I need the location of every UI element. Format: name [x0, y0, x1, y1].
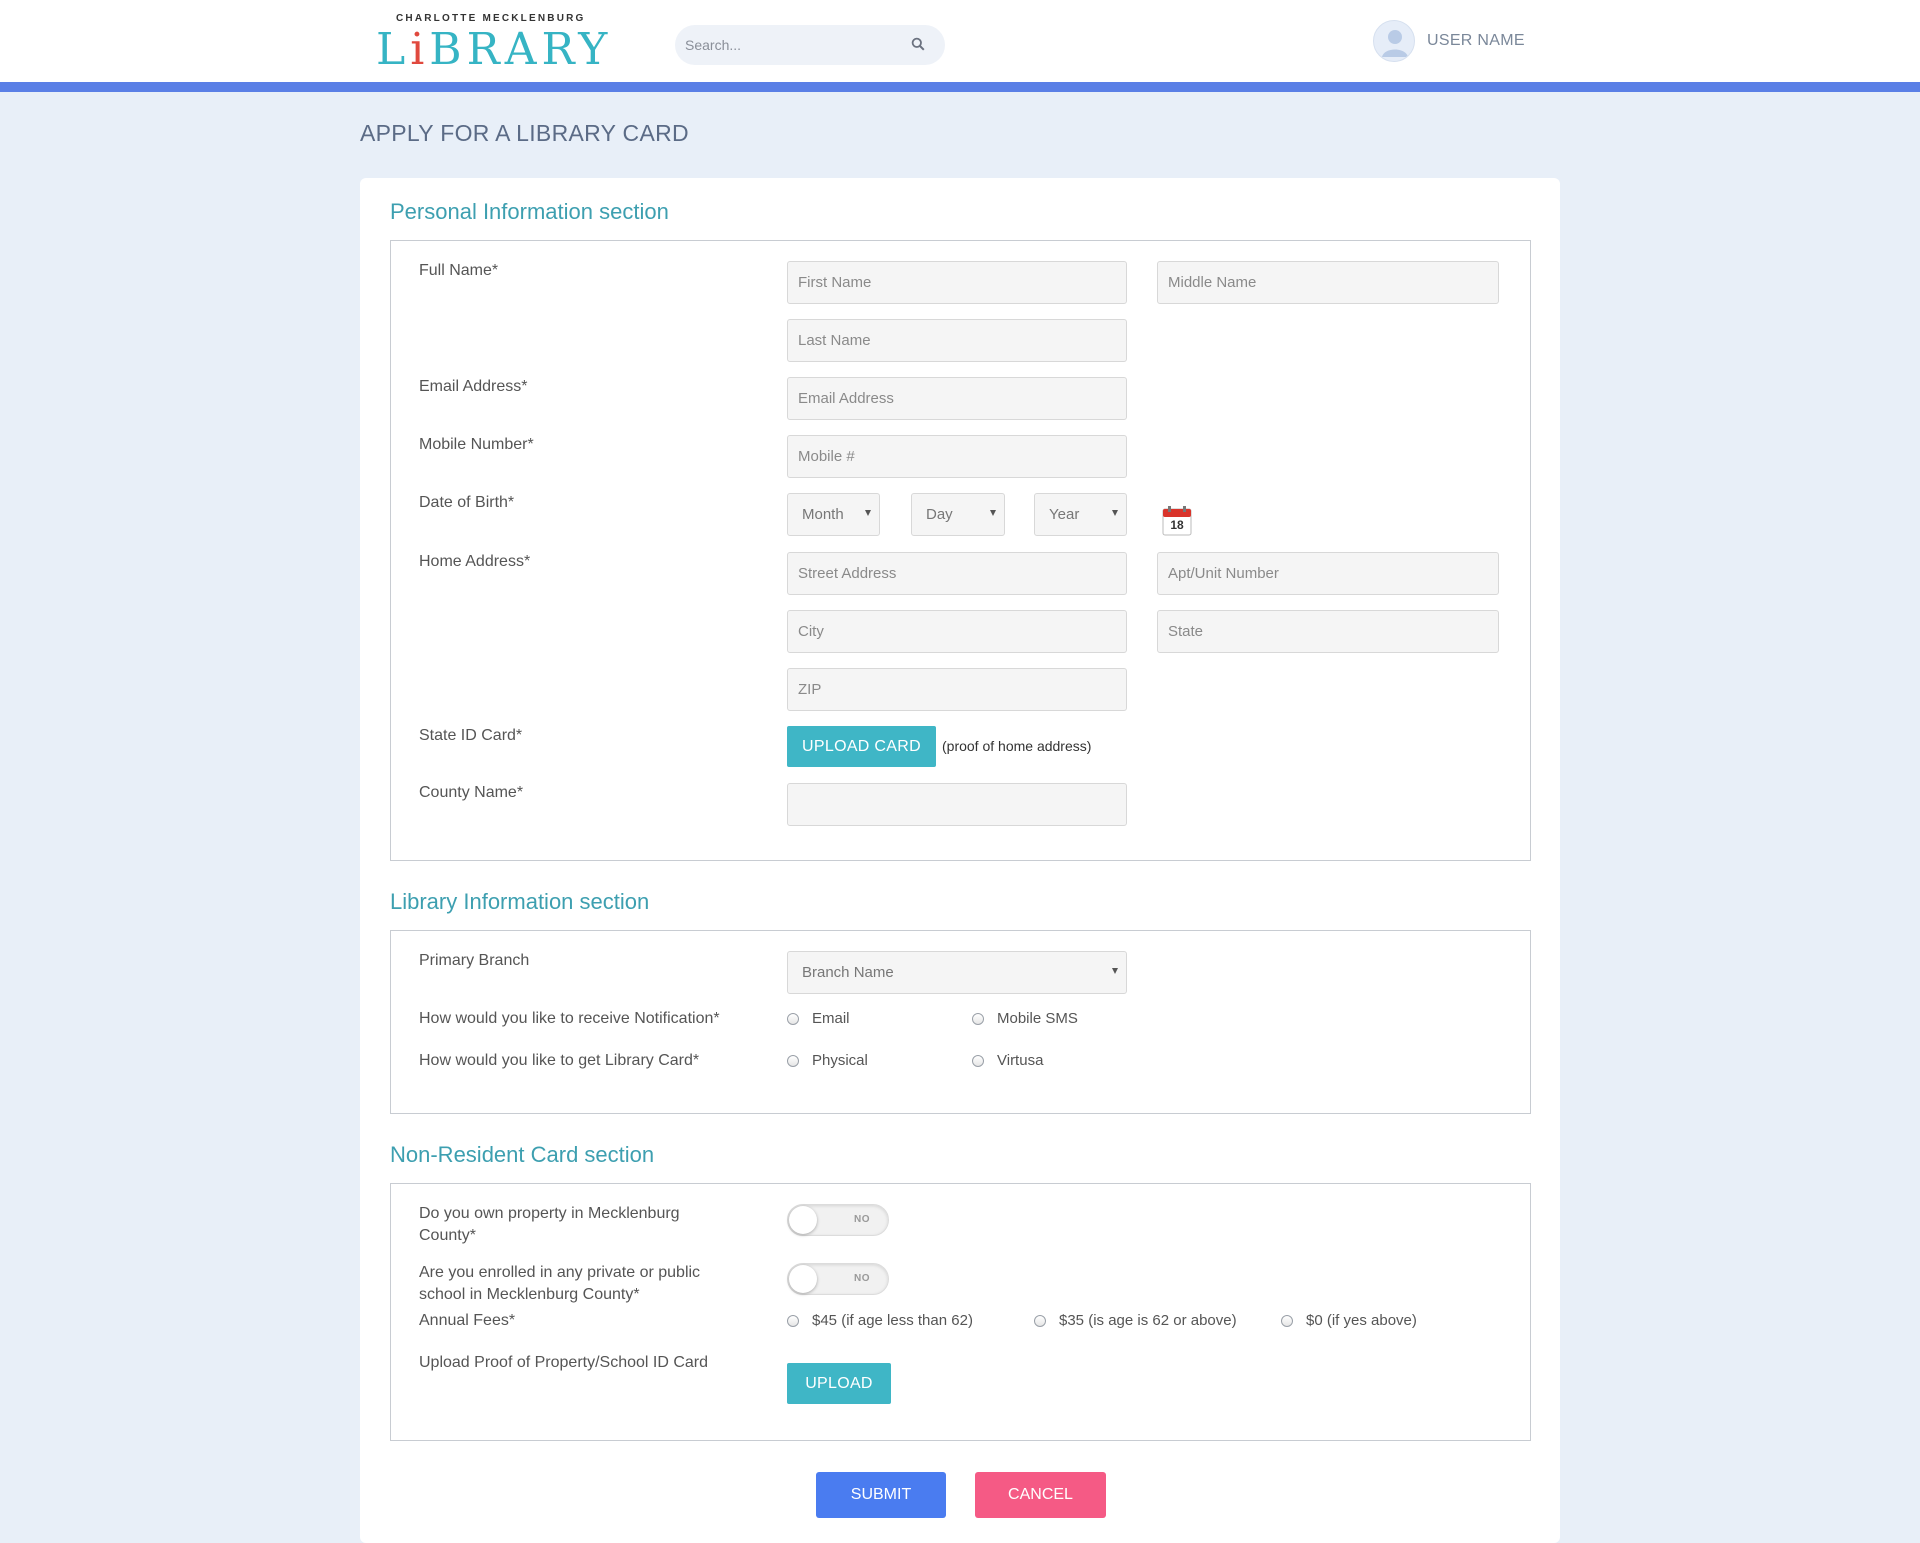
email-input[interactable] — [787, 377, 1127, 420]
personal-section: Full Name* Email Address* Mobile Number*… — [390, 240, 1531, 861]
mobile-label: Mobile Number* — [419, 436, 534, 453]
first-name-input[interactable] — [787, 261, 1127, 304]
library-section-title: Library Information section — [390, 889, 650, 914]
last-name-input[interactable] — [787, 319, 1127, 362]
zip-input[interactable] — [787, 668, 1127, 711]
card-virtual-option[interactable]: Virtusa — [972, 1052, 1043, 1069]
county-input[interactable] — [787, 783, 1127, 826]
calendar-day: 18 — [1170, 518, 1184, 532]
email-label: Email Address* — [419, 378, 528, 395]
dob-year-select[interactable]: Year — [1034, 493, 1127, 536]
chevron-down-icon — [1112, 510, 1118, 516]
fee-45-option[interactable]: $45 (if age less than 62) — [787, 1312, 973, 1329]
search-icon[interactable] — [911, 37, 927, 53]
full-name-label: Full Name* — [419, 262, 499, 279]
school-toggle[interactable]: NO — [787, 1263, 889, 1295]
radio-button[interactable] — [1034, 1314, 1046, 1327]
school-toggle-label: NO — [854, 1273, 870, 1284]
top-header: CHARLOTTE MECKLENBURG LiBRARY USER NAME — [0, 0, 1920, 82]
notif-sms-option[interactable]: Mobile SMS — [972, 1010, 1078, 1027]
fee-0-option[interactable]: $0 (if yes above) — [1281, 1312, 1417, 1329]
user-menu[interactable]: USER NAME — [1373, 20, 1525, 62]
card-physical-label: Physical — [812, 1052, 868, 1069]
library-section: Primary Branch Branch Name How would you… — [390, 930, 1531, 1114]
branch-value: Branch Name — [802, 964, 894, 981]
search-bar — [675, 25, 945, 65]
property-toggle-label: NO — [854, 1214, 870, 1225]
chevron-down-icon — [1112, 968, 1118, 974]
personal-section-title: Personal Information section — [390, 199, 669, 224]
notif-sms-label: Mobile SMS — [997, 1010, 1078, 1027]
notif-email-option[interactable]: Email — [787, 1010, 850, 1027]
nonresident-section-title: Non-Resident Card section — [390, 1142, 655, 1167]
proof-label: Upload Proof of Property/School ID Card — [419, 1354, 709, 1371]
radio-button[interactable] — [787, 1054, 799, 1067]
chevron-down-icon — [865, 510, 871, 516]
fee-35-label: $35 (is age is 62 or above) — [1059, 1312, 1237, 1329]
card-physical-option[interactable]: Physical — [787, 1052, 868, 1069]
dob-month-value: Month — [802, 506, 844, 523]
mobile-input[interactable] — [787, 435, 1127, 478]
branch-label: Primary Branch — [419, 952, 530, 969]
radio-button[interactable] — [787, 1012, 799, 1025]
radio-button[interactable] — [787, 1314, 799, 1327]
notif-email-label: Email — [812, 1010, 850, 1027]
card-type-label: How would you like to get Library Card* — [419, 1052, 700, 1069]
dob-day-value: Day — [926, 506, 953, 523]
fee-35-option[interactable]: $35 (is age is 62 or above) — [1034, 1312, 1237, 1329]
application-form: Personal Information section Full Name* … — [360, 178, 1560, 1543]
card-virtual-label: Virtusa — [997, 1052, 1044, 1069]
chevron-down-icon — [990, 510, 996, 516]
user-name[interactable]: USER NAME — [1427, 32, 1525, 50]
header-accent-bar — [0, 82, 1920, 92]
radio-button[interactable] — [972, 1054, 984, 1067]
page-title: APPLY FOR A LIBRARY CARD — [360, 120, 689, 146]
user-avatar-icon[interactable] — [1373, 20, 1415, 62]
dob-day-select[interactable]: Day — [911, 493, 1005, 536]
upload-proof-button[interactable]: UPLOAD — [787, 1363, 891, 1404]
submit-button[interactable]: SUBMIT — [816, 1472, 946, 1518]
property-label: Do you own property in Mecklenburg Count… — [419, 1205, 680, 1244]
city-input[interactable] — [787, 610, 1127, 653]
street-input[interactable] — [787, 552, 1127, 595]
dob-month-select[interactable]: Month — [787, 493, 880, 536]
cancel-button[interactable]: CANCEL — [975, 1472, 1106, 1518]
upload-hint: (proof of home address) — [942, 738, 1092, 754]
radio-button[interactable] — [972, 1012, 984, 1025]
fee-45-label: $45 (if age less than 62) — [812, 1312, 973, 1329]
fees-label: Annual Fees* — [419, 1312, 516, 1329]
logo-title: LiBRARY — [376, 24, 613, 75]
dob-label: Date of Birth* — [419, 494, 515, 511]
state-input[interactable] — [1157, 610, 1499, 653]
fee-0-label: $0 (if yes above) — [1306, 1312, 1417, 1329]
notification-label: How would you like to receive Notificati… — [419, 1010, 720, 1027]
address-label: Home Address* — [419, 553, 531, 570]
school-label: Are you enrolled in any private or publi… — [419, 1264, 701, 1303]
nonresident-section: Do you own property in Mecklenburg Count… — [390, 1183, 1531, 1441]
county-label: County Name* — [419, 784, 524, 801]
dob-year-value: Year — [1049, 506, 1080, 523]
toggle-knob — [789, 1206, 817, 1234]
branch-select[interactable]: Branch Name — [787, 951, 1127, 994]
calendar-icon[interactable]: 18 — [1162, 506, 1192, 536]
state-id-label: State ID Card* — [419, 727, 523, 744]
radio-button[interactable] — [1281, 1314, 1293, 1327]
toggle-knob — [789, 1265, 817, 1293]
search-input[interactable] — [685, 31, 900, 59]
middle-name-input[interactable] — [1157, 261, 1499, 304]
logo-subtitle: CHARLOTTE MECKLENBURG — [396, 13, 586, 24]
property-toggle[interactable]: NO — [787, 1204, 889, 1236]
library-logo[interactable]: CHARLOTTE MECKLENBURG LiBRARY — [376, 10, 607, 74]
upload-card-button[interactable]: UPLOAD CARD — [787, 726, 936, 767]
apt-input[interactable] — [1157, 552, 1499, 595]
